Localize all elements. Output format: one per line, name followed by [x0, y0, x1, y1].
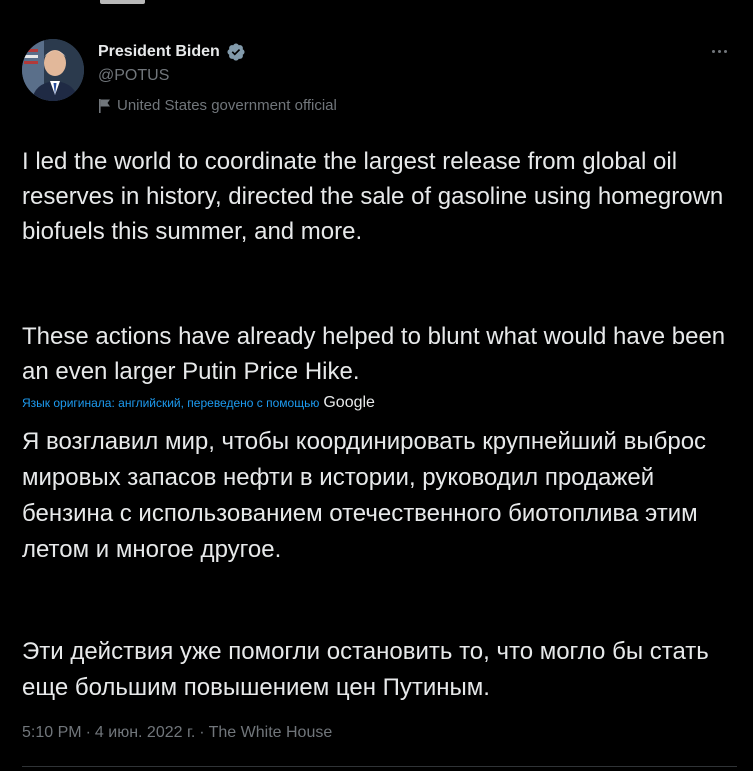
more-dot — [711, 49, 715, 53]
more-options-icon[interactable] — [705, 40, 733, 62]
tweet-time[interactable]: 5:10 PM — [22, 724, 82, 742]
translation-attribution[interactable]: Язык оригинала: английский, переведено с… — [22, 394, 375, 412]
tweet-date[interactable]: 4 июн. 2022 г. — [95, 724, 195, 742]
more-dot — [723, 49, 727, 53]
translated-text-paragraph-1: Я возглавил мир, чтобы координировать кр… — [22, 428, 707, 563]
meta-separator: · — [199, 724, 205, 741]
author-handle[interactable]: @POTUS — [98, 67, 169, 85]
previous-content-edge — [100, 0, 145, 4]
translated-text-paragraph-2: Эти действия уже помогли остановить то, … — [22, 638, 709, 701]
google-logo: Google — [323, 394, 375, 411]
government-label[interactable]: United States government official — [98, 97, 337, 114]
flag-icon — [99, 98, 110, 113]
author-name[interactable]: President Biden — [98, 43, 220, 61]
tweet-metadata: 5:10 PM · 4 июн. 2022 г. · The White Hou… — [22, 724, 332, 742]
tweet-source[interactable]: The White House — [209, 724, 333, 742]
more-dot — [717, 49, 721, 53]
avatar[interactable] — [22, 39, 84, 101]
government-label-text: United States government official — [117, 97, 337, 114]
meta-separator: · — [85, 724, 91, 741]
divider — [22, 766, 737, 767]
tweet-text-paragraph-1: I led the world to coordinate the larges… — [22, 148, 724, 245]
translation-attribution-text: Язык оригинала: английский, переведено с… — [22, 396, 320, 410]
avatar-image — [22, 39, 84, 101]
tweet-text-paragraph-2: These actions have already helped to blu… — [22, 323, 726, 385]
verified-badge-icon — [227, 43, 245, 61]
author-name-row: President Biden — [98, 42, 246, 62]
